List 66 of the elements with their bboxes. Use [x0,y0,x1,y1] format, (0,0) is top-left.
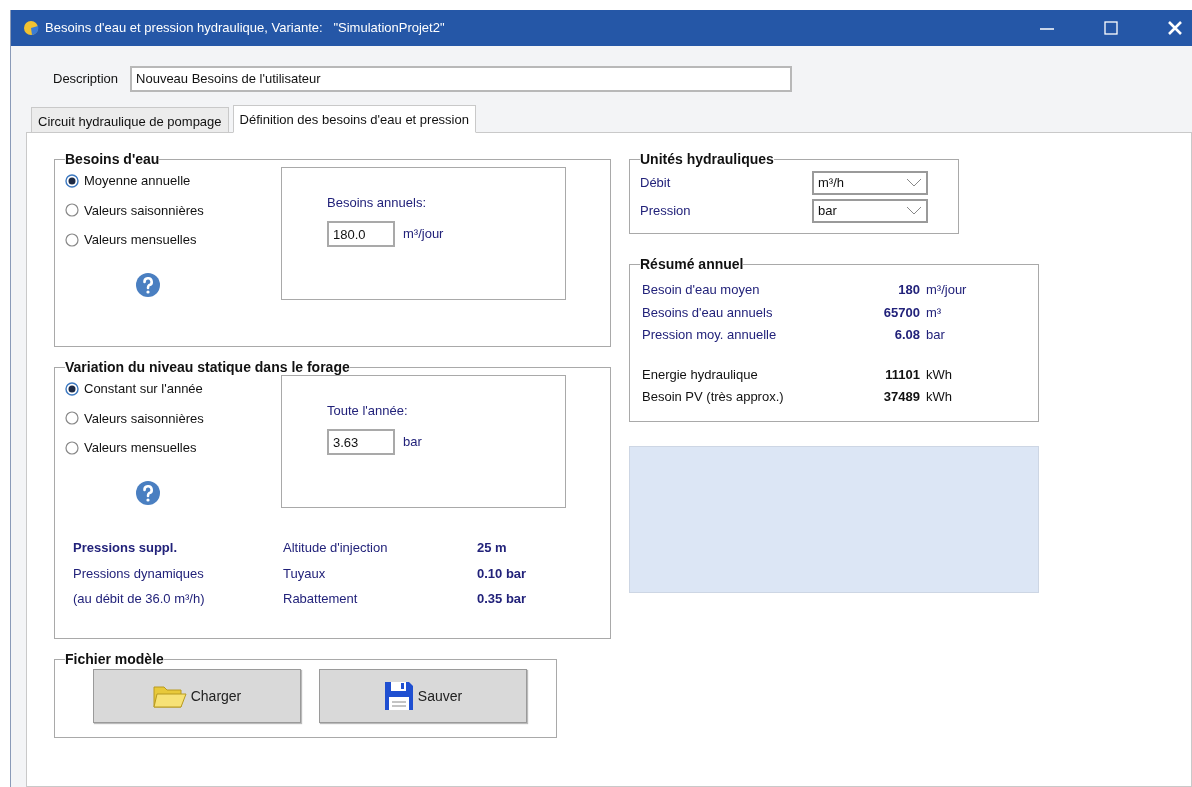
input-field[interactable]: 3.63 [327,428,395,455]
field-label: Altitude d'injection [283,539,389,557]
group-title: Fichier modèle [65,651,164,667]
tab[interactable]: Circuit hydraulique de pompage [31,107,229,133]
radio-button[interactable] [65,173,79,188]
app-icon [23,20,39,36]
field-label: Besoin PV (très approx.) [642,388,785,406]
note-text: Pressions dynamiques [73,564,205,583]
help-icon[interactable] [135,479,161,506]
value-text: 37489 [882,388,920,406]
option-label[interactable]: Moyenne annuelle [84,171,191,191]
section-label: Pressions suppl. [73,539,179,557]
field-label: Besoins annuels: [327,194,427,212]
dropdown[interactable]: m³/h [812,171,928,195]
unit-label: kWh [925,365,953,384]
option-label[interactable]: Constant sur l'année [84,379,203,399]
radio-button[interactable] [65,203,79,218]
radio-button[interactable] [65,232,79,247]
field-label: Pression moy. annuelle [642,326,778,344]
field-label: Pression [640,202,691,221]
maximize-icon[interactable] [1102,19,1120,37]
value-text: 0.10 bar [477,564,528,583]
field-label: Besoin d'eau moyen [642,281,761,299]
field-label: Besoins d'eau annuels [642,303,774,322]
description-field[interactable]: Nouveau Besoins de l'utilisateur [130,66,793,92]
value-text: 0.35 bar [477,590,528,608]
tab[interactable]: Définition des besoins d'eau et pression [232,105,476,133]
dropdown[interactable]: bar [812,199,928,223]
field-label: Tuyaux [283,564,327,583]
group-title: Besoins d'eau [65,151,160,167]
value-text: 65700 [882,303,920,322]
value-text: 180 [897,281,920,299]
chevron-down-icon [906,206,922,216]
radio-button[interactable] [65,440,79,455]
note-text: (au débit de 36.0 m³/h) [73,590,206,608]
unit-label: kWh [925,388,953,406]
group-title: Résumé annuel [640,256,744,272]
field-label: Débit [640,174,671,193]
field-label: Toute l'année: [327,402,409,420]
unit-label: bar [403,432,422,451]
option-label[interactable]: Valeurs saisonnières [84,408,204,428]
input-field[interactable]: 180.0 [327,220,395,247]
file-button[interactable]: Sauver [319,669,527,723]
value-text: 6.08 [893,326,920,344]
option-label[interactable]: Valeurs saisonnières [84,200,204,220]
unit-label: m³/jour [403,224,444,243]
close-icon[interactable] [1166,19,1184,37]
radio-button[interactable] [65,381,79,396]
window-title: Besoins d'eau et pression hydraulique, Variante: "SimulationProjet2" [45,19,445,38]
group-title: Unités hydrauliques [640,151,774,167]
radio-button[interactable] [65,411,79,426]
value-text: 25 m [477,539,508,557]
help-icon[interactable] [135,271,161,298]
unit-label: m³ [925,303,943,322]
group-title: Variation du niveau statique dans le forage [65,359,350,375]
field-label: Energie hydraulique [642,365,759,384]
field-label: Rabattement [283,590,359,608]
value-text: 11101 [884,365,920,384]
option-label[interactable]: Valeurs mensuelles [84,230,197,250]
chevron-down-icon [906,178,922,188]
unit-label: m³/jour [925,281,968,299]
folder-icon [152,683,187,709]
option-label[interactable]: Valeurs mensuelles [84,438,197,458]
file-button[interactable]: Charger [93,669,301,723]
field-label: Description [53,70,119,89]
unit-label: bar [925,326,946,344]
